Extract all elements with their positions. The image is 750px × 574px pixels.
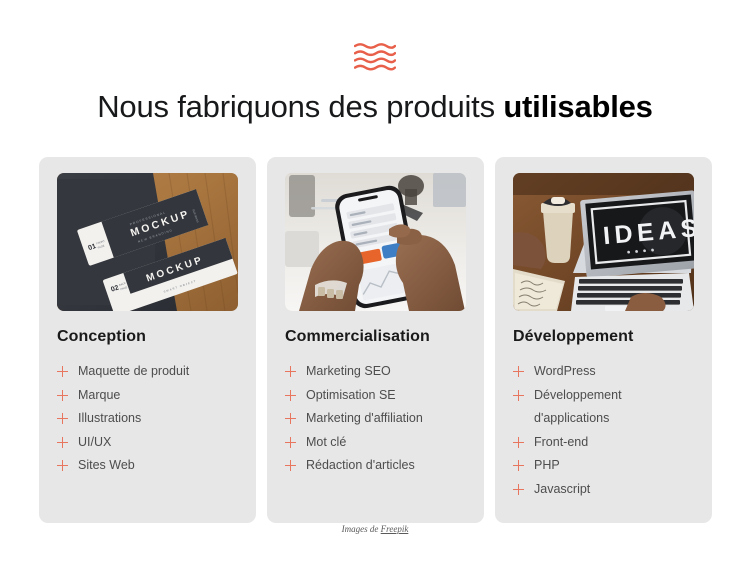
plus-icon [513, 384, 525, 408]
freepik-link[interactable]: Freepik [381, 524, 409, 534]
feature-list: WordPress Développement d'applications F… [495, 360, 712, 501]
list-item[interactable]: Optimisation SE [285, 384, 470, 408]
list-item[interactable]: Sites Web [57, 454, 242, 478]
plus-icon [513, 431, 525, 455]
list-item[interactable]: Javascript [513, 478, 698, 502]
service-card-commercialisation[interactable]: Commercialisation Marketing SEO Optimisa… [267, 157, 484, 523]
card-title: Conception [57, 328, 146, 345]
feature-label: Marketing d'affiliation [306, 411, 423, 425]
feature-label: PHP [534, 458, 560, 472]
plus-icon [285, 360, 297, 384]
list-item[interactable]: Front-end [513, 431, 698, 455]
feature-label: Optimisation SE [306, 387, 396, 402]
feature-label: Marque [78, 387, 121, 402]
plus-icon [285, 431, 297, 455]
page-title: Nous fabriquons des produits utilisables [0, 86, 750, 128]
list-item[interactable]: Développement d'applications [513, 384, 698, 431]
list-item[interactable]: Marketing SEO [285, 360, 470, 384]
plus-icon [57, 407, 69, 431]
list-item[interactable]: Rédaction d'articles [285, 454, 470, 478]
list-item[interactable]: WordPress [513, 360, 698, 384]
image-credit: Images de Freepik [0, 524, 750, 534]
list-item[interactable]: Marketing d'affiliation [285, 407, 470, 431]
service-card-conception[interactable]: MOCKUP PROFESSIONAL NEW BRANDING 01 FRON… [39, 157, 256, 523]
list-item[interactable]: Maquette de produit [57, 360, 242, 384]
feature-label: Mot clé [306, 434, 347, 449]
list-item[interactable]: UI/UX [57, 431, 242, 455]
feature-label: Rédaction d'articles [306, 458, 415, 472]
decoration-container [0, 42, 750, 73]
feature-label: Sites Web [78, 458, 135, 472]
plus-icon [285, 407, 297, 431]
service-cards-row: MOCKUP PROFESSIONAL NEW BRANDING 01 FRON… [39, 157, 712, 523]
feature-label: UI/UX [78, 434, 112, 449]
service-card-developpement[interactable]: IDEAS Développement WordPress Développem… [495, 157, 712, 523]
feature-label: Illustrations [78, 411, 142, 425]
card-image-smartphone-in-hands [285, 173, 466, 311]
feature-list: Marketing SEO Optimisation SE Marketing … [267, 360, 484, 478]
image-credit-prefix: Images de [341, 524, 381, 534]
plus-icon [285, 454, 297, 478]
plus-icon [57, 454, 69, 478]
page-title-regular: Nous fabriquons des produits [97, 89, 504, 124]
page-title-bold: utilisables [503, 89, 653, 124]
feature-label: Développement d'applications [534, 387, 622, 426]
list-item[interactable]: PHP [513, 454, 698, 478]
plus-icon [513, 454, 525, 478]
feature-list: Maquette de produit Marque Illustrations… [39, 360, 256, 478]
list-item[interactable]: Illustrations [57, 407, 242, 431]
card-title: Commercialisation [285, 328, 430, 345]
plus-icon [57, 431, 69, 455]
feature-label: Javascript [534, 481, 591, 496]
feature-label: Marketing SEO [306, 364, 391, 378]
list-item[interactable]: Marque [57, 384, 242, 408]
card-image-laptop-ideas: IDEAS [513, 173, 694, 311]
wavy-lines-icon [353, 42, 397, 73]
feature-label: Front-end [534, 434, 589, 449]
list-item[interactable]: Mot clé [285, 431, 470, 455]
feature-label: WordPress [534, 364, 596, 378]
plus-icon [513, 478, 525, 502]
card-image-business-card-mockup: MOCKUP PROFESSIONAL NEW BRANDING 01 FRON… [57, 173, 238, 311]
plus-icon [513, 360, 525, 384]
card-title: Développement [513, 328, 634, 345]
plus-icon [57, 384, 69, 408]
feature-label: Maquette de produit [78, 364, 190, 378]
plus-icon [285, 384, 297, 408]
plus-icon [57, 360, 69, 384]
